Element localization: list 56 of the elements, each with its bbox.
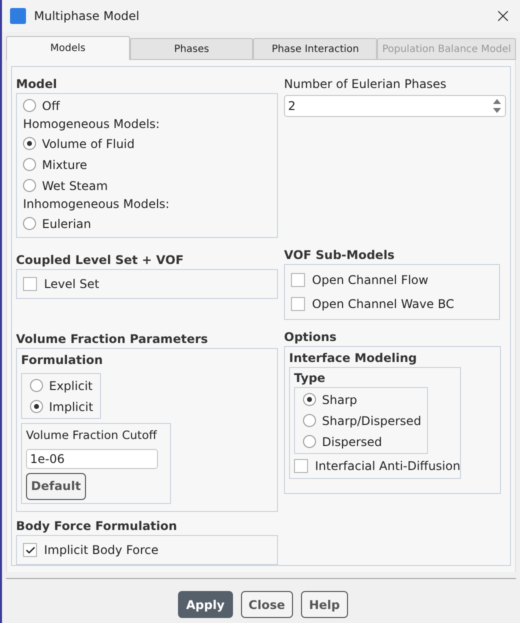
checkbox[interactable] (23, 277, 37, 292)
radio-label: Sharp (322, 392, 358, 408)
phases-spinner[interactable]: 2 (284, 95, 506, 117)
radio-button[interactable] (303, 393, 316, 406)
checkbox-label: Open Channel Wave BC (312, 296, 454, 313)
cutoff-field[interactable]: 1e-06 (26, 448, 158, 469)
radio-label: Volume of Fluid (42, 136, 135, 152)
subgroup-label: Inhomogeneous Models: (23, 196, 170, 213)
subgroup-label: Homogeneous Models: (23, 116, 161, 133)
tab[interactable]: Phase Interaction (253, 38, 378, 60)
group-title: Volume Fraction Parameters (16, 331, 209, 348)
group-title: Model (16, 76, 58, 93)
field-label: Number of Eulerian Phases (284, 76, 448, 93)
radio-label: Explicit (49, 378, 93, 395)
radio-button[interactable] (23, 137, 36, 150)
spinner-arrows-icon[interactable] (492, 98, 502, 114)
radio-button[interactable] (30, 379, 43, 392)
radio-label: Mixture (42, 156, 88, 174)
radio-label: Eulerian (42, 216, 92, 232)
radio-button[interactable] (303, 414, 316, 427)
radio-button[interactable] (23, 217, 36, 230)
dialog-button[interactable]: Apply (178, 591, 233, 618)
radio-button[interactable] (23, 179, 36, 192)
radio-button[interactable] (23, 158, 36, 171)
radio-label: Dispersed (322, 434, 382, 450)
subgroup-title: Formulation (21, 352, 104, 370)
checkbox-label: Implicit Body Force (44, 542, 159, 560)
checkbox[interactable] (291, 297, 305, 311)
checkbox[interactable] (294, 459, 308, 473)
app-icon (10, 8, 26, 24)
tab[interactable]: Phases (130, 38, 254, 60)
checkbox[interactable] (23, 543, 37, 558)
checkbox-label: Open Channel Flow (312, 272, 428, 289)
radio-label: Wet Steam (42, 178, 108, 194)
subgroup-title: Interface Modeling (289, 350, 418, 367)
radio-button[interactable] (303, 435, 316, 448)
checkbox[interactable] (291, 273, 305, 287)
checkbox-label: Level Set (44, 276, 100, 294)
check-icon (24, 544, 36, 556)
radio-button[interactable] (23, 99, 36, 112)
tab[interactable]: Models (6, 36, 130, 60)
radio-button[interactable] (30, 400, 43, 414)
dialog-button[interactable]: Close (240, 591, 293, 618)
radio-label: Off (42, 98, 60, 114)
group-title: VOF Sub-Models (284, 247, 396, 264)
checkbox-label: Interfacial Anti-Diffusion (315, 458, 460, 475)
field-label: Volume Fraction Cutoff (26, 427, 157, 444)
dialog-button[interactable]: Help (300, 591, 348, 618)
window-title: Multiphase Model (34, 8, 140, 25)
group-title: Body Force Formulation (16, 518, 178, 536)
group-title: Coupled Level Set + VOF (16, 252, 185, 270)
group-title: Options (284, 329, 338, 346)
radio-label: Sharp/Dispersed (322, 412, 422, 430)
radio-label: Implicit (49, 398, 94, 416)
default-button[interactable]: Default (26, 472, 86, 500)
subgroup-title: Type (294, 370, 326, 387)
